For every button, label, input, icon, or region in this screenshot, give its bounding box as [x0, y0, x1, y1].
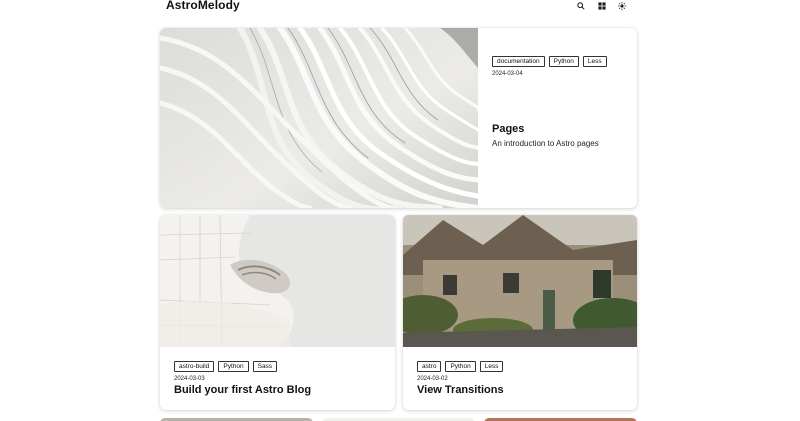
tag-list: documentation Python Less: [492, 56, 607, 67]
post-cover-image: [160, 215, 395, 348]
tag[interactable]: astro-build: [174, 361, 215, 372]
site-logo[interactable]: AstroMelody: [166, 0, 240, 12]
tag[interactable]: Python: [548, 56, 579, 67]
post-meta: astro Python Less 2024-03-02: [417, 361, 504, 382]
post-title[interactable]: View Transitions: [417, 384, 504, 396]
tag[interactable]: astro: [417, 361, 442, 372]
post-meta: astro-build Python Sass 2024-03-03: [174, 361, 278, 382]
post-date: 2024-03-03: [174, 376, 205, 382]
post-date: 2024-03-02: [417, 376, 448, 382]
post-title[interactable]: Pages: [492, 123, 524, 135]
tag[interactable]: documentation: [492, 56, 545, 67]
post-cover-image: [160, 28, 482, 208]
post-meta: documentation Python Less 2024-03-04: [492, 56, 607, 77]
sun-icon[interactable]: [616, 1, 628, 11]
post-card-featured[interactable]: documentation Python Less 2024-03-04 Pag…: [160, 28, 637, 208]
tag[interactable]: Less: [582, 56, 607, 67]
post-card[interactable]: astro Python Less 2024-03-02 View Transi…: [403, 215, 637, 410]
tag[interactable]: Less: [479, 361, 504, 372]
grid-icon[interactable]: [596, 1, 608, 11]
post-description: An introduction to Astro pages: [492, 139, 599, 148]
search-icon[interactable]: [575, 1, 587, 11]
post-card[interactable]: astro-build Python Sass 2024-03-03 Build…: [160, 215, 395, 410]
tag[interactable]: Sass: [252, 361, 278, 372]
post-title[interactable]: Build your first Astro Blog: [174, 384, 311, 396]
post-cover-image: [403, 215, 637, 347]
tag[interactable]: Python: [445, 361, 476, 372]
tag-list: astro-build Python Sass: [174, 361, 278, 372]
site-header: AstroMelody: [0, 0, 800, 14]
tag-list: astro Python Less: [417, 361, 504, 372]
post-date: 2024-03-04: [492, 71, 523, 77]
tag[interactable]: Python: [218, 361, 249, 372]
